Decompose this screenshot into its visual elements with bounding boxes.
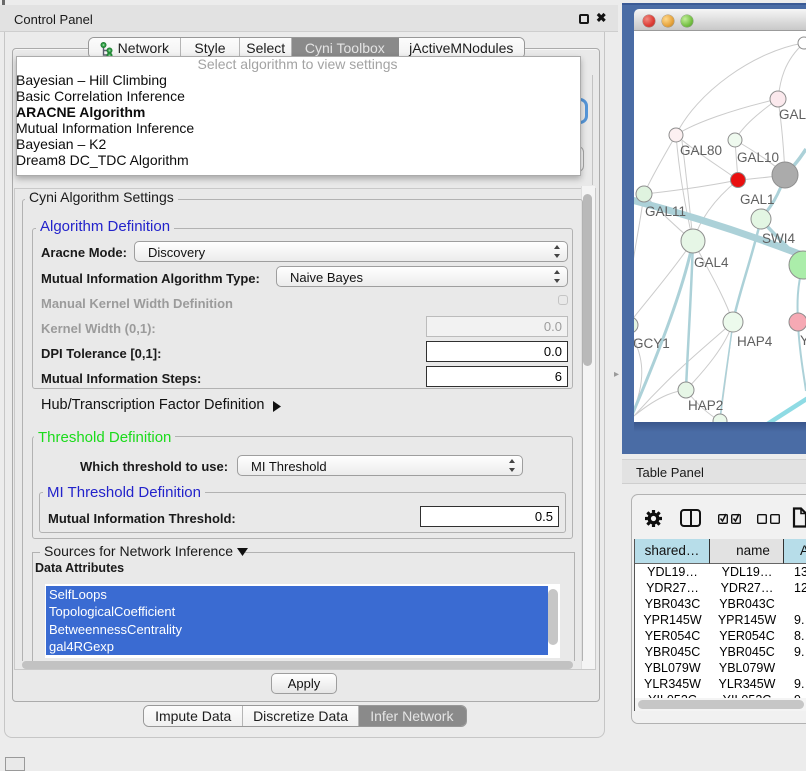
svg-text:HAP2: HAP2 xyxy=(688,398,723,413)
svg-text:GCY1: GCY1 xyxy=(634,336,670,351)
svg-text:GAL80: GAL80 xyxy=(680,143,722,158)
svg-text:GAL10: GAL10 xyxy=(737,150,779,165)
svg-text:Y: Y xyxy=(800,333,806,348)
svg-text:HAP4: HAP4 xyxy=(737,334,773,349)
svg-text:SWI4: SWI4 xyxy=(762,231,795,246)
svg-text:GAL11: GAL11 xyxy=(645,204,686,219)
svg-text:GAL2: GAL2 xyxy=(779,107,806,122)
svg-text:GAL4: GAL4 xyxy=(694,255,729,270)
svg-text:GAL1: GAL1 xyxy=(740,192,775,207)
